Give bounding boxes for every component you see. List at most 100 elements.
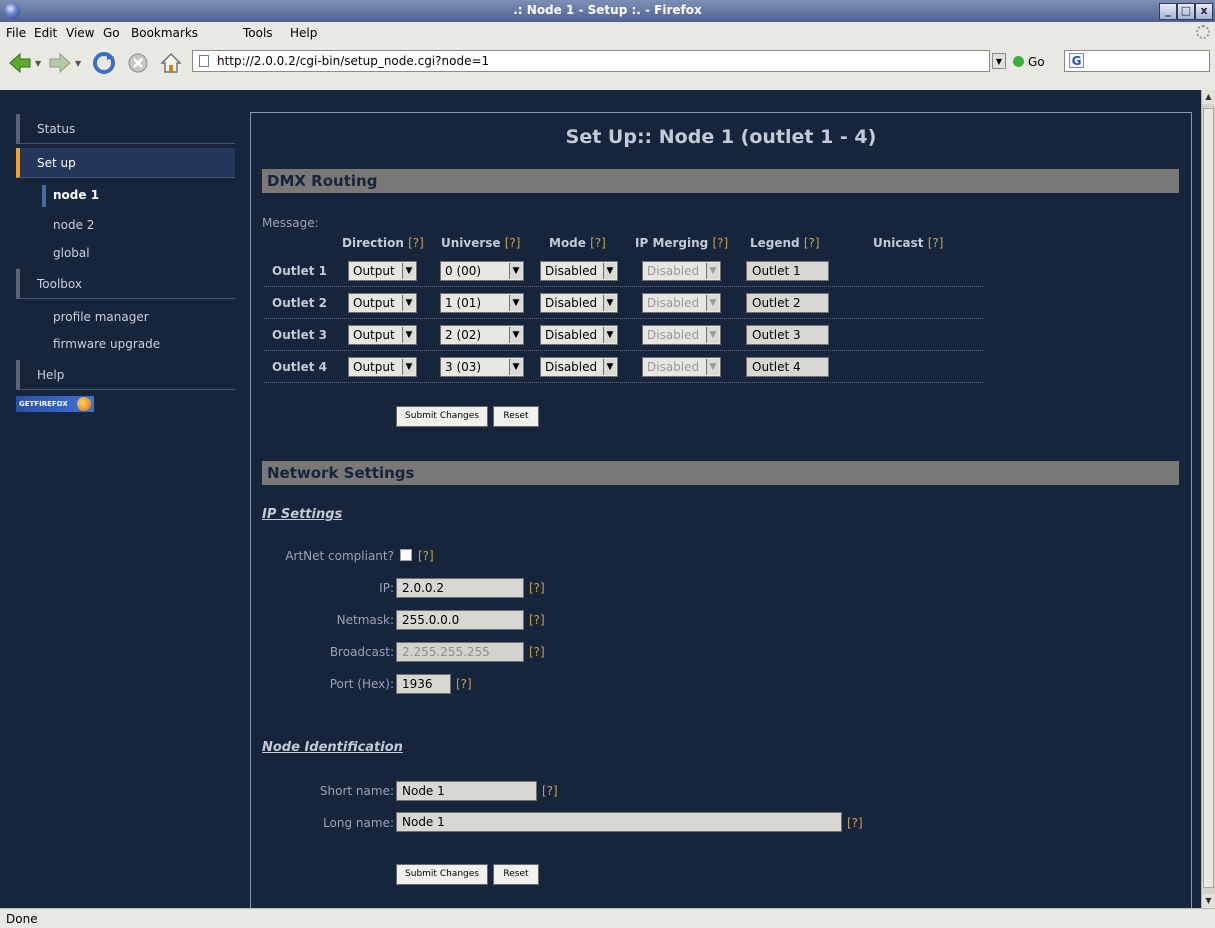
help-link[interactable]: [?] [408,236,424,250]
artnet-checkbox[interactable] [400,549,412,561]
page-content: Status Set up node 1 node 2 global Toolb… [0,90,1201,908]
menu-view[interactable]: View [66,26,94,40]
sidebar-item-setup[interactable]: Set up [16,148,235,178]
port-input[interactable]: 1936 [396,674,451,694]
status-bar: Done [0,908,1215,928]
dropdown-arrow-icon: ▼ [509,295,522,311]
legend-input[interactable]: Outlet 1 [746,261,829,281]
direction-select[interactable]: Output ▼ [348,325,417,345]
go-arrow-icon [1013,56,1024,67]
help-link[interactable]: [?] [418,549,434,563]
minimize-button[interactable]: _ [1159,3,1177,20]
mode-select[interactable]: Disabled ▼ [540,293,618,313]
dropdown-arrow-icon: ▼ [706,359,719,375]
ip-input[interactable]: 2.0.0.2 [396,578,524,598]
google-search-icon[interactable]: G [1069,53,1084,68]
back-dropdown-icon[interactable]: ▼ [35,59,41,68]
menu-tools[interactable]: Tools [243,26,273,40]
menu-bookmarks[interactable]: Bookmarks [131,26,198,40]
outlet-row-label: Outlet 3 [272,328,327,342]
direction-select[interactable]: Output ▼ [348,357,417,377]
maximize-button[interactable]: □ [1177,3,1195,20]
reload-icon[interactable] [92,51,116,75]
netmask-input[interactable]: 255.0.0.0 [396,610,524,630]
home-icon[interactable] [159,51,183,75]
network-submit-button[interactable]: Submit Changes [396,864,488,885]
menu-help[interactable]: Help [290,26,317,40]
sidebar-item-help[interactable]: Help [16,360,235,390]
menu-edit[interactable]: Edit [34,26,57,40]
outlet-row-label: Outlet 4 [272,360,327,374]
navigation-toolbar: ▼ ▼ http://2.0.0.2/cgi-bin/setup_node.cg… [0,44,1215,91]
menu-go[interactable]: Go [103,26,120,40]
get-firefox-badge[interactable]: GETFIREFOX [16,396,94,412]
message-label: Message: [262,216,319,230]
legend-input[interactable]: Outlet 4 [746,357,829,377]
url-bar[interactable]: http://2.0.0.2/cgi-bin/setup_node.cgi?no… [192,50,990,72]
mode-select[interactable]: Disabled ▼ [540,325,618,345]
sidebar-item-firmware-upgrade[interactable]: firmware upgrade [16,332,235,356]
help-link[interactable]: [?] [505,236,521,250]
scrollbar-thumb[interactable] [1203,108,1214,888]
help-link[interactable]: [?] [847,816,863,830]
help-link[interactable]: [?] [928,236,944,250]
close-button[interactable]: x [1195,3,1213,20]
sidebar-item-status[interactable]: Status [16,114,235,144]
help-link[interactable]: [?] [590,236,606,250]
legend-input[interactable]: Outlet 2 [746,293,829,313]
node-identification-heading: Node Identification [262,740,403,755]
dropdown-arrow-icon: ▼ [509,327,522,343]
universe-select[interactable]: 0 (00) ▼ [440,261,524,281]
help-link[interactable]: [?] [804,236,820,250]
sidebar-item-profile-manager[interactable]: profile manager [16,305,235,329]
help-link[interactable]: [?] [542,784,558,798]
universe-select[interactable]: 3 (03) ▼ [440,357,524,377]
url-dropdown-icon[interactable]: ▼ [992,53,1006,69]
direction-select[interactable]: Output ▼ [348,293,417,313]
row-divider [264,318,983,319]
port-label: Port (Hex): [329,677,394,691]
direction-select[interactable]: Output ▼ [348,261,417,281]
dropdown-arrow-icon: ▼ [402,263,415,279]
menu-bar: File Edit View Go Bookmarks Tools Help [0,22,1215,45]
mode-select[interactable]: Disabled ▼ [540,261,618,281]
scroll-down-arrow-icon[interactable]: ▼ [1202,894,1215,908]
forward-arrow-icon[interactable] [48,51,72,75]
forward-dropdown-icon[interactable]: ▼ [75,59,81,68]
help-link[interactable]: [?] [529,613,545,627]
dmx-reset-button[interactable]: Reset [493,406,539,427]
network-reset-button[interactable]: Reset [493,864,539,885]
universe-select[interactable]: 1 (01) ▼ [440,293,524,313]
broadcast-label: Broadcast: [329,645,394,659]
short-name-label: Short name: [319,784,394,798]
dropdown-arrow-icon: ▼ [603,295,616,311]
short-name-input[interactable]: Node 1 [396,781,537,801]
go-button[interactable]: Go [1013,55,1045,69]
sidebar-item-toolbox[interactable]: Toolbox [16,269,235,299]
scroll-up-arrow-icon[interactable]: ▲ [1202,90,1215,104]
help-link[interactable]: [?] [529,581,545,595]
legend-input[interactable]: Outlet 3 [746,325,829,345]
dropdown-arrow-icon: ▼ [603,327,616,343]
dropdown-arrow-icon: ▼ [402,327,415,343]
dropdown-arrow-icon: ▼ [509,359,522,375]
url-text[interactable]: http://2.0.0.2/cgi-bin/setup_node.cgi?no… [217,54,489,68]
search-box[interactable]: G [1064,50,1210,72]
stop-icon[interactable] [126,51,150,75]
sidebar-item-node-2[interactable]: node 2 [16,213,235,237]
throbber-icon [1196,25,1210,39]
long-name-input[interactable]: Node 1 [396,812,842,832]
sidebar-item-node-1[interactable]: node 1 [16,183,235,207]
menu-file[interactable]: File [6,26,26,40]
universe-select[interactable]: 2 (02) ▼ [440,325,524,345]
sidebar-item-global[interactable]: global [16,241,235,265]
dmx-submit-button[interactable]: Submit Changes [396,406,488,427]
mode-select[interactable]: Disabled ▼ [540,357,618,377]
vertical-scrollbar[interactable]: ▲ ▼ [1201,90,1215,908]
back-arrow-icon[interactable] [8,51,32,75]
ip-merging-select: Disabled ▼ [642,357,721,377]
help-link[interactable]: [?] [529,645,545,659]
help-link[interactable]: [?] [456,677,472,691]
help-link[interactable]: [?] [712,236,728,250]
outlet-row-label: Outlet 1 [272,264,327,278]
